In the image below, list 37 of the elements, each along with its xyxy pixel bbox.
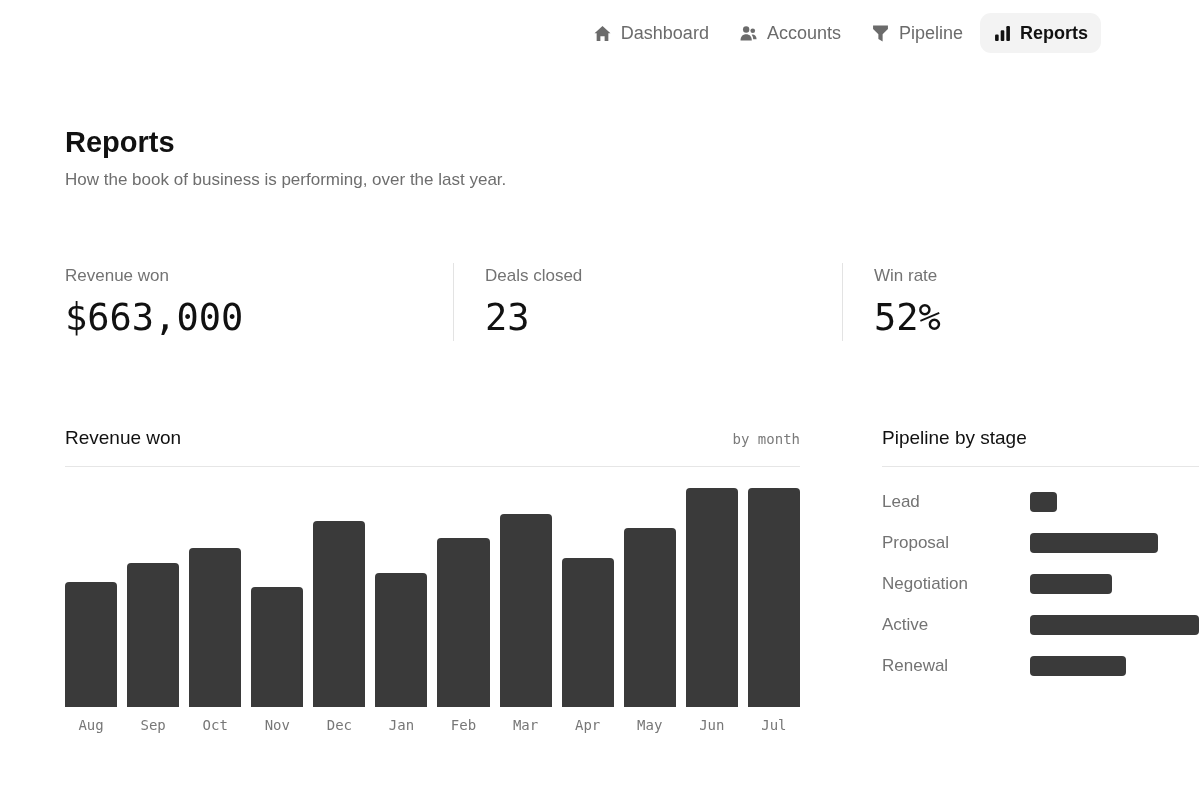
house-icon	[593, 24, 611, 42]
stage-label: Negotiation	[882, 572, 969, 595]
nav-tab[interactable]: Dashboard	[579, 13, 722, 53]
stat-label: Revenue won	[65, 265, 170, 287]
axis-label: Jun	[699, 716, 725, 735]
page-subtitle: How the book of business is performing, over the last year.	[65, 169, 508, 191]
stat-value: $663,000	[65, 295, 245, 341]
page-title: Reports	[65, 125, 176, 159]
axis-label: Oct	[202, 716, 228, 735]
stage-label: Proposal	[882, 531, 951, 554]
people-icon	[739, 24, 757, 42]
stat-label: Deals closed	[485, 265, 584, 287]
stat-label: Win rate	[874, 265, 939, 287]
axis-label: Nov	[264, 716, 290, 735]
stage-label: Renewal	[882, 654, 950, 677]
axis-label: May	[637, 716, 663, 735]
axis-label: Jul	[761, 716, 787, 735]
stage-label: Lead	[882, 490, 921, 513]
axis-label: Sep	[140, 716, 166, 735]
axis-label: Jan	[388, 716, 415, 735]
chart-title: Pipeline by stage	[882, 426, 1027, 450]
stat-value: 52%	[874, 295, 942, 341]
period-label: by month	[732, 431, 800, 447]
chart-title: Revenue won	[65, 426, 182, 450]
axis-label: Feb	[450, 716, 477, 735]
nav-tab[interactable]: Accounts	[725, 13, 854, 53]
nav-tab[interactable]: Reports	[980, 13, 1101, 53]
bar-chart-icon	[994, 24, 1011, 42]
axis-label: Mar	[512, 716, 539, 735]
axis-label: Aug	[78, 716, 104, 735]
axis-label: Dec	[326, 716, 352, 735]
funnel-icon	[871, 24, 889, 42]
stage-bar	[1030, 491, 1058, 512]
stat-value: 23	[485, 295, 531, 341]
nav-tab[interactable]: Pipeline	[857, 13, 976, 53]
axis-label: Apr	[575, 716, 601, 735]
stage-label: Active	[882, 613, 930, 636]
